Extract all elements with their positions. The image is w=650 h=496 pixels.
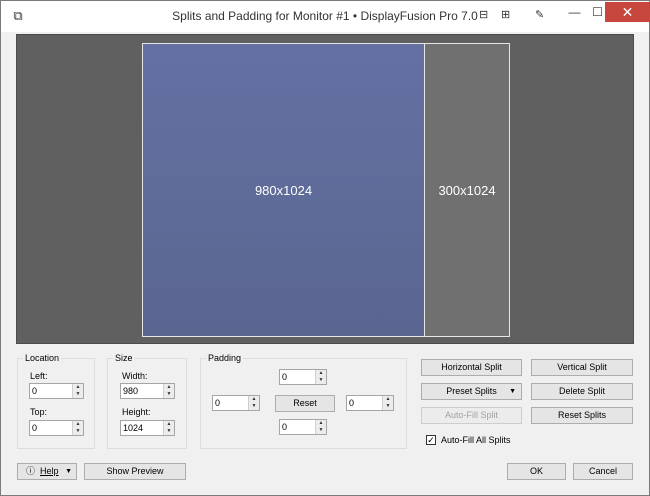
padding-top-value: 0 xyxy=(282,372,288,382)
auto-fill-all-label[interactable]: Auto-Fill All Splits xyxy=(441,435,511,445)
monitor-preview: 980x1024 300x1024 xyxy=(16,34,634,344)
window-layout-icon[interactable]: ⊟ xyxy=(479,5,488,25)
padding-bottom-spin-arrows[interactable]: ▲ ▼ xyxy=(315,420,326,434)
spin-up-icon[interactable]: ▲ xyxy=(164,384,174,391)
show-preview-button[interactable]: Show Preview xyxy=(84,463,186,480)
top-value: 0 xyxy=(32,423,38,433)
spin-up-icon[interactable]: ▲ xyxy=(383,396,393,403)
width-spin-arrows[interactable]: ▲ ▼ xyxy=(163,384,174,398)
location-group: Location Left: 0 ▲ ▼ Top: 0 ▲ ▼ xyxy=(17,353,95,449)
split-region-1-label: 980x1024 xyxy=(254,182,313,198)
padding-bottom-value: 0 xyxy=(282,422,288,432)
size-group-title: Size xyxy=(113,353,135,363)
spin-down-icon[interactable]: ▼ xyxy=(164,391,174,398)
padding-reset-button[interactable]: Reset xyxy=(275,395,335,412)
top-label: Top: xyxy=(30,407,48,417)
dropdown-arrow-icon: ▼ xyxy=(65,468,72,475)
size-group: Size Width: 980 ▲ ▼ Height: 1024 ▲ ▼ xyxy=(107,353,187,449)
top-spinbox[interactable]: 0 ▲ ▼ xyxy=(29,420,84,436)
split-region-1[interactable]: 980x1024 xyxy=(142,43,425,337)
location-group-title: Location xyxy=(23,353,62,363)
close-button[interactable]: ✕ xyxy=(605,2,650,22)
height-spin-arrows[interactable]: ▲ ▼ xyxy=(163,421,174,435)
left-spinbox[interactable]: 0 ▲ ▼ xyxy=(29,383,84,399)
padding-left-spinbox[interactable]: 0 ▲ ▼ xyxy=(212,395,260,411)
spin-down-icon[interactable]: ▼ xyxy=(164,428,174,435)
height-spinbox[interactable]: 1024 ▲ ▼ xyxy=(120,420,175,436)
padding-top-spinbox[interactable]: 0 ▲ ▼ xyxy=(279,369,327,385)
reset-splits-button[interactable]: Reset Splits xyxy=(531,407,633,424)
help-label: Help xyxy=(40,466,59,476)
split-region-2-label: 300x1024 xyxy=(438,182,496,198)
padding-right-value: 0 xyxy=(349,398,355,408)
auto-fill-all-checkbox[interactable]: ✓ xyxy=(426,435,436,445)
horizontal-split-button[interactable]: Horizontal Split xyxy=(421,359,522,376)
ok-button[interactable]: OK xyxy=(507,463,566,480)
width-spinbox[interactable]: 980 ▲ ▼ xyxy=(120,383,175,399)
width-label: Width: xyxy=(122,371,148,381)
split-region-2[interactable]: 300x1024 xyxy=(424,43,510,337)
left-value: 0 xyxy=(32,386,38,396)
vertical-split-button[interactable]: Vertical Split xyxy=(531,359,633,376)
pin-icon[interactable]: ✎ xyxy=(535,5,544,25)
title-bar: ⧉ Splits and Padding for Monitor #1 • Di… xyxy=(1,1,650,32)
padding-group: Padding 0 ▲ ▼ 0 ▲ ▼ Reset 0 ▲ ▼ 0 ▲ ▼ xyxy=(200,353,407,449)
padding-left-spin-arrows[interactable]: ▲ ▼ xyxy=(248,396,259,410)
height-value: 1024 xyxy=(123,423,144,433)
help-button[interactable]: ⓘ Help ▼ xyxy=(17,463,77,480)
spin-up-icon[interactable]: ▲ xyxy=(249,396,259,403)
spin-up-icon[interactable]: ▲ xyxy=(316,370,326,377)
padding-bottom-spinbox[interactable]: 0 ▲ ▼ xyxy=(279,419,327,435)
spin-up-icon[interactable]: ▲ xyxy=(316,420,326,427)
help-icon: ⓘ xyxy=(26,466,36,476)
delete-split-button[interactable]: Delete Split xyxy=(531,383,633,400)
width-value: 980 xyxy=(123,386,139,396)
padding-group-title: Padding xyxy=(206,353,244,363)
left-spin-arrows[interactable]: ▲ ▼ xyxy=(72,384,83,398)
top-spin-arrows[interactable]: ▲ ▼ xyxy=(72,421,83,435)
dialog-window: ⧉ Splits and Padding for Monitor #1 • Di… xyxy=(0,0,650,496)
spin-down-icon[interactable]: ▼ xyxy=(316,377,326,384)
spin-down-icon[interactable]: ▼ xyxy=(73,391,83,398)
padding-right-spinbox[interactable]: 0 ▲ ▼ xyxy=(346,395,394,411)
left-label: Left: xyxy=(30,371,48,381)
padding-right-spin-arrows[interactable]: ▲ ▼ xyxy=(382,396,393,410)
spin-up-icon[interactable]: ▲ xyxy=(73,384,83,391)
spin-down-icon[interactable]: ▼ xyxy=(73,428,83,435)
window-title: Splits and Padding for Monitor #1 • Disp… xyxy=(172,9,478,23)
spin-down-icon[interactable]: ▼ xyxy=(249,403,259,410)
dropdown-arrow-icon: ▼ xyxy=(509,388,516,395)
spin-up-icon[interactable]: ▲ xyxy=(73,421,83,428)
cancel-button[interactable]: Cancel xyxy=(573,463,633,480)
padding-left-value: 0 xyxy=(215,398,221,408)
spin-down-icon[interactable]: ▼ xyxy=(383,403,393,410)
spin-up-icon[interactable]: ▲ xyxy=(164,421,174,428)
padding-top-spin-arrows[interactable]: ▲ ▼ xyxy=(315,370,326,384)
window-move-icon[interactable]: ⊞ xyxy=(501,5,510,25)
preset-splits-label: Preset Splits xyxy=(446,386,497,396)
height-label: Height: xyxy=(122,407,151,417)
spin-down-icon[interactable]: ▼ xyxy=(316,427,326,434)
auto-fill-split-button[interactable]: Auto-Fill Split xyxy=(421,407,522,424)
preset-splits-button[interactable]: Preset Splits ▼ xyxy=(421,383,522,400)
